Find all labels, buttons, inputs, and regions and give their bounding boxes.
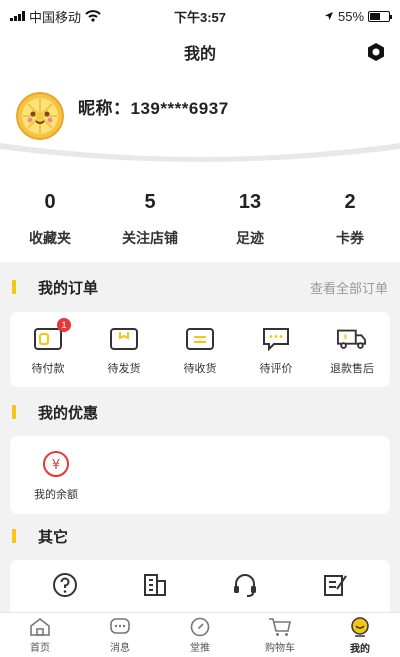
tab-discover[interactable]: 堂推 bbox=[160, 613, 240, 657]
stats-row: 0 收藏夹 5 关注店铺 13 足迹 2 卡券 bbox=[0, 167, 400, 262]
other-item-building[interactable] bbox=[110, 560, 200, 612]
truck-icon bbox=[337, 326, 367, 352]
order-pending-receipt[interactable]: 待收货 bbox=[162, 312, 238, 387]
nickname: 昵称：139****6937 bbox=[78, 99, 229, 118]
tab-home[interactable]: 首页 bbox=[0, 613, 80, 657]
receive-icon bbox=[185, 326, 215, 352]
nav-bar: 我的 bbox=[0, 32, 400, 72]
compass-icon bbox=[190, 617, 210, 636]
stat-favorites[interactable]: 0 收藏夹 bbox=[0, 167, 100, 262]
headset-icon bbox=[234, 574, 256, 597]
order-label: 待收货 bbox=[183, 363, 217, 375]
stat-value: 2 bbox=[344, 191, 356, 213]
balance-label: 我的余额 bbox=[34, 489, 78, 501]
page-title: 我的 bbox=[183, 46, 216, 63]
message-icon bbox=[110, 617, 130, 634]
profile-icon bbox=[351, 616, 369, 637]
order-pending-payment[interactable]: 1 待付款 bbox=[10, 312, 86, 387]
section-title: 我的优惠 bbox=[38, 404, 99, 422]
svg-text:¥: ¥ bbox=[52, 458, 60, 473]
status-bar: 中国移动 下午3:57 55% bbox=[0, 0, 400, 32]
order-label: 退款售后 bbox=[330, 363, 374, 375]
building-icon bbox=[144, 574, 166, 596]
battery-percent: 55% bbox=[337, 8, 365, 24]
edit-icon bbox=[324, 575, 347, 596]
section-accent-bar bbox=[12, 280, 16, 294]
tab-label: 消息 bbox=[110, 642, 130, 654]
section-accent-bar bbox=[12, 405, 16, 419]
tab-messages[interactable]: 消息 bbox=[80, 613, 160, 657]
location-arrow-icon bbox=[324, 12, 333, 20]
signal-icon bbox=[10, 11, 25, 21]
carrier-label: 中国移动 bbox=[29, 9, 82, 25]
tab-cart[interactable]: 购物车 bbox=[240, 613, 320, 657]
tab-label: 堂推 bbox=[190, 642, 210, 654]
section-title: 我的订单 bbox=[38, 279, 99, 297]
stat-followed-shops[interactable]: 5 关注店铺 bbox=[100, 167, 200, 262]
order-label: 待发货 bbox=[107, 363, 141, 375]
tab-label: 购物车 bbox=[265, 642, 295, 654]
package-icon bbox=[109, 326, 139, 352]
other-item-customer-service[interactable] bbox=[200, 560, 290, 612]
stat-label: 关注店铺 bbox=[122, 230, 178, 246]
clock: 下午3:57 bbox=[173, 9, 227, 25]
home-icon bbox=[30, 617, 50, 636]
unread-badge: 1 bbox=[57, 318, 71, 332]
stat-footprints[interactable]: 13 足迹 bbox=[200, 167, 300, 262]
wifi-icon bbox=[85, 10, 101, 22]
discounts-section-header: 我的优惠 bbox=[0, 392, 400, 432]
yen-icon: ¥ bbox=[43, 451, 69, 477]
stat-label: 卡券 bbox=[336, 230, 364, 246]
order-pending-shipment[interactable]: 待发货 bbox=[86, 312, 162, 387]
battery-level bbox=[370, 12, 380, 20]
tab-label: 我的 bbox=[350, 643, 370, 655]
view-all-orders-link[interactable]: 查看全部订单 bbox=[310, 278, 388, 297]
stat-value: 5 bbox=[144, 191, 156, 213]
tab-label: 首页 bbox=[30, 642, 50, 654]
bottom-tab-bar: 首页 消息 堂推 购物车 我的 bbox=[0, 612, 400, 657]
others-card bbox=[10, 560, 390, 612]
settings-icon[interactable] bbox=[364, 40, 388, 64]
help-icon bbox=[53, 573, 77, 597]
profile-header: 昵称：139****6937 bbox=[0, 72, 400, 167]
section-title: 其它 bbox=[38, 528, 69, 546]
order-label: 待评价 bbox=[259, 363, 293, 375]
order-label: 待付款 bbox=[31, 363, 65, 375]
order-refund-aftersale[interactable]: 退款售后 bbox=[314, 312, 390, 387]
stat-label: 足迹 bbox=[236, 230, 264, 246]
stat-value: 13 bbox=[238, 191, 262, 213]
other-item-help[interactable] bbox=[20, 560, 110, 612]
orders-card: 1 待付款 待发货 待收货 待评价 退款售后 bbox=[10, 312, 390, 387]
order-pending-review[interactable]: 待评价 bbox=[238, 312, 314, 387]
stat-label: 收藏夹 bbox=[29, 230, 71, 246]
section-accent-bar bbox=[12, 529, 16, 543]
header-wave-divider bbox=[0, 143, 400, 167]
battery-icon bbox=[368, 10, 393, 22]
wallet-icon: 1 bbox=[33, 318, 71, 352]
stat-value: 0 bbox=[44, 191, 56, 213]
tab-mine[interactable]: 我的 bbox=[320, 613, 400, 657]
lemon-avatar-icon[interactable] bbox=[16, 92, 64, 140]
my-balance[interactable]: ¥ 我的余额 bbox=[34, 450, 78, 502]
comment-icon bbox=[261, 326, 291, 352]
cart-icon bbox=[269, 617, 291, 636]
orders-section-header: 我的订单 查看全部订单 bbox=[0, 267, 400, 307]
stat-coupons[interactable]: 2 卡券 bbox=[300, 167, 400, 262]
others-section-header: 其它 bbox=[0, 516, 400, 556]
discounts-card: ¥ 我的余额 bbox=[10, 436, 390, 514]
other-item-feedback[interactable] bbox=[290, 560, 380, 612]
